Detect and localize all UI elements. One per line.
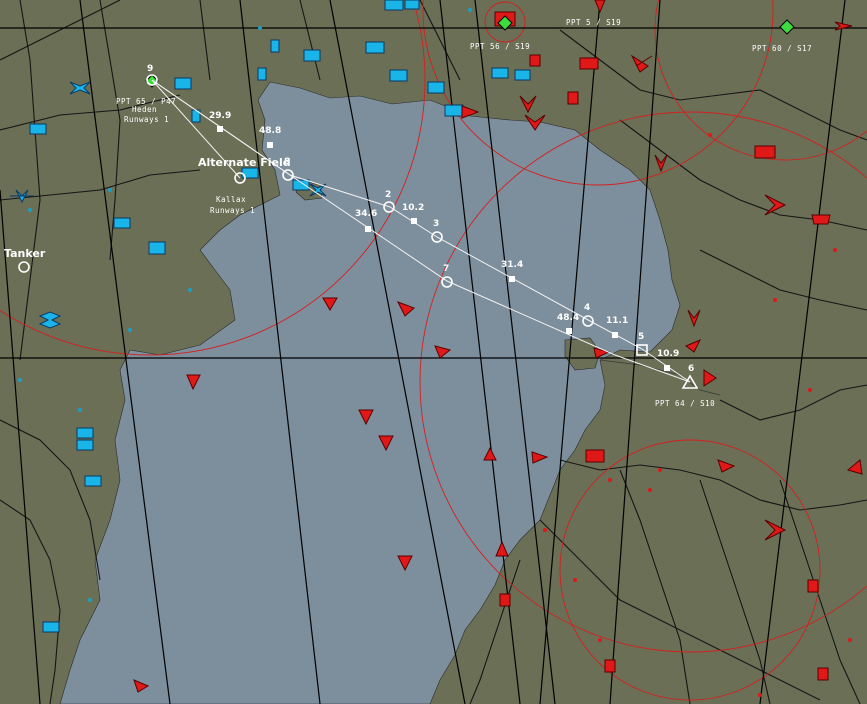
leg-distance-label: 10.9 (657, 349, 679, 359)
friendly-ship-icon[interactable] (76, 439, 94, 451)
friendly-ship-icon[interactable] (427, 81, 445, 94)
hostile-structure-icon[interactable] (817, 667, 829, 681)
leg-distance-label: 48.8 (259, 126, 281, 136)
airfield-info: Runways 1 (124, 115, 169, 124)
hostile-structure-icon[interactable] (604, 659, 616, 673)
waypoint-label: 7 (443, 264, 449, 274)
friendly-ship-icon[interactable] (384, 0, 404, 11)
hostile-structure-icon[interactable] (529, 54, 541, 67)
sam-label: PPT 56 / S19 (470, 42, 530, 51)
friendly-ship-icon[interactable] (514, 69, 531, 81)
airfield-name: Kallax (216, 195, 246, 204)
leg-distance-label: 29.9 (209, 111, 231, 121)
friendly-ship-icon[interactable] (42, 621, 60, 633)
sam-label: PPT 60 / S17 (752, 44, 812, 53)
sam-label: PPT 65 / P47 (116, 97, 176, 106)
tanker-label: Tanker (4, 247, 46, 260)
waypoint-label: 2 (385, 190, 391, 200)
sam-label: PPT 5 / S19 (566, 18, 621, 27)
waypoint-label: 3 (433, 219, 439, 229)
friendly-ship-icon[interactable] (148, 241, 166, 255)
hostile-structure-icon[interactable] (585, 449, 605, 463)
friendly-ship-icon[interactable] (113, 217, 131, 229)
hostile-structure-icon[interactable] (567, 91, 579, 105)
waypoint-label: 6 (688, 364, 694, 374)
friendly-ship-icon[interactable] (29, 123, 47, 135)
leg-distance-label: 31.4 (501, 260, 523, 270)
friendly-ship-icon[interactable] (303, 49, 321, 62)
friendly-ship-icon[interactable] (84, 475, 102, 487)
friendly-ship-icon[interactable] (389, 69, 408, 82)
hostile-ship-icon[interactable] (579, 57, 599, 70)
friendly-ship-icon[interactable] (444, 104, 464, 117)
friendly-ship-icon[interactable] (404, 0, 420, 10)
leg-distance-label: 34.6 (355, 209, 377, 219)
friendly-ship-icon[interactable] (174, 77, 192, 90)
airfield-name: Heden (132, 105, 157, 114)
hostile-structure-icon[interactable] (807, 579, 819, 593)
waypoint-label: 5 (638, 332, 644, 342)
friendly-ship-icon[interactable] (365, 41, 385, 54)
hostile-structure-icon[interactable] (811, 214, 831, 225)
leg-distance-label: 11.1 (606, 316, 628, 326)
friendly-structure-icon[interactable] (257, 67, 267, 81)
friendly-ship-icon[interactable] (292, 179, 310, 191)
tactical-map[interactable]: 9 8 2 3 7 4 5 6 29.9 48.8 10.2 34.6 31.4… (0, 0, 867, 704)
hostile-ship-icon[interactable] (754, 145, 776, 159)
friendly-ship-icon[interactable] (491, 67, 509, 79)
waypoint-label: 9 (147, 64, 153, 74)
leg-distance-label: 10.2 (402, 203, 424, 213)
waypoint-label: 4 (584, 303, 590, 313)
hostile-structure-icon[interactable] (499, 593, 511, 607)
friendly-ship-icon[interactable] (76, 427, 94, 439)
friendly-structure-icon[interactable] (270, 39, 280, 53)
airfield-info: Runways 1 (210, 206, 255, 215)
leg-distance-label: 48.4 (557, 313, 579, 323)
sam-label: PPT 64 / S10 (655, 399, 715, 408)
alternate-field-label: Alternate Field (198, 156, 291, 169)
